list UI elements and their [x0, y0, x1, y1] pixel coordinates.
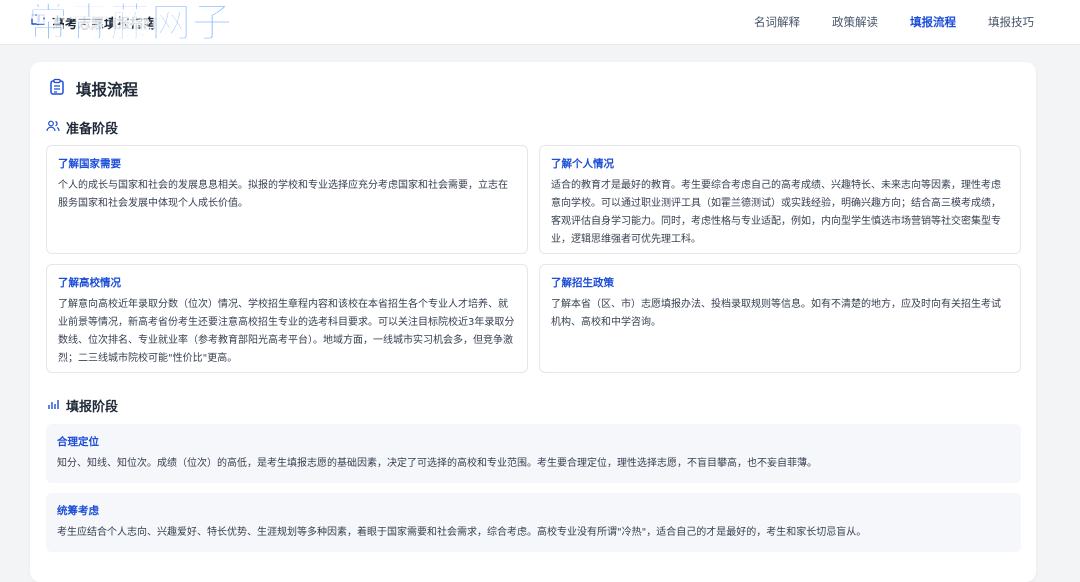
- card-title: 了解招生政策: [551, 277, 614, 289]
- card-personal-situation: 了解个人情况 适合的教育才是最好的教育。考生要综合考虑自己的高考成绩、兴趣特长、…: [539, 145, 1021, 254]
- clipboard-icon: [48, 78, 66, 100]
- step-overall-consideration: 统筹考虑 考生应结合个人志向、兴趣爱好、特长优势、生涯规划等多种因素，着眼于国家…: [46, 493, 1021, 552]
- card-text: 了解意向高校近年录取分数（位次）情况、学校招生章程内容和该校在本省招生各个专业人…: [58, 299, 515, 364]
- nav-item-tips[interactable]: 填报技巧: [988, 0, 1034, 44]
- page-title-text: 填报流程: [76, 81, 139, 99]
- bar-chart-icon: [46, 396, 60, 415]
- section-prep-heading: 准备阶段: [46, 118, 118, 137]
- section-fill-heading: 填报阶段: [46, 396, 118, 415]
- card-text: 了解本省（区、市）志愿填报办法、投档录取规则等信息。如有不清楚的地方，应及时向有…: [551, 299, 1001, 328]
- top-navbar: 高考志愿填报指南 常青藤网子 名词解释 政策解读 填报流程 填报技巧: [0, 0, 1080, 47]
- section-fill-title: 填报阶段: [66, 400, 119, 415]
- nav-item-glossary[interactable]: 名词解释: [754, 0, 800, 44]
- card-text: 个人的成长与国家和社会的发展息息相关。拟报的学校和专业选择应充分考虑国家和社会需…: [58, 180, 508, 209]
- nav-item-process[interactable]: 填报流程: [910, 0, 956, 44]
- main-nav: 名词解释 政策解读 填报流程 填报技巧: [722, 0, 1034, 44]
- card-national-needs: 了解国家需要 个人的成长与国家和社会的发展息息相关。拟报的学校和专业选择应充分考…: [46, 145, 528, 254]
- card-admission-policy: 了解招生政策 了解本省（区、市）志愿填报办法、投档录取规则等信息。如有不清楚的地…: [539, 264, 1021, 373]
- section-prep-title: 准备阶段: [66, 122, 119, 137]
- step-positioning: 合理定位 知分、知线、知位次。成绩（位次）的高低，是考生填报志愿的基础因素，决定…: [46, 424, 1021, 483]
- card-title: 了解国家需要: [58, 158, 121, 170]
- card-university-info: 了解高校情况 了解意向高校近年录取分数（位次）情况、学校招生章程内容和该校在本省…: [46, 264, 528, 373]
- card-title: 了解个人情况: [551, 158, 614, 170]
- step-text: 考生应结合个人志向、兴趣爱好、特长优势、生涯规划等多种因素，着眼于国家需要和社会…: [57, 527, 867, 538]
- card-text: 适合的教育才是最好的教育。考生要综合考虑自己的高考成绩、兴趣特长、未来志向等因素…: [551, 180, 1001, 245]
- watermark: 常青藤网子: [28, 0, 233, 47]
- users-icon: [46, 118, 60, 137]
- step-text: 知分、知线、知位次。成绩（位次）的高低，是考生填报志愿的基础因素，决定了可选择的…: [57, 458, 817, 469]
- step-title: 合理定位: [57, 436, 99, 448]
- card-title: 了解高校情况: [58, 277, 121, 289]
- nav-item-policy[interactable]: 政策解读: [832, 0, 878, 44]
- main-card: 填报流程 准备阶段 了解国家需要 个人的成长与国家和社会的发展息息相关。拟报的学…: [30, 62, 1036, 582]
- page-title: 填报流程: [48, 78, 138, 100]
- step-title: 统筹考虑: [57, 505, 99, 517]
